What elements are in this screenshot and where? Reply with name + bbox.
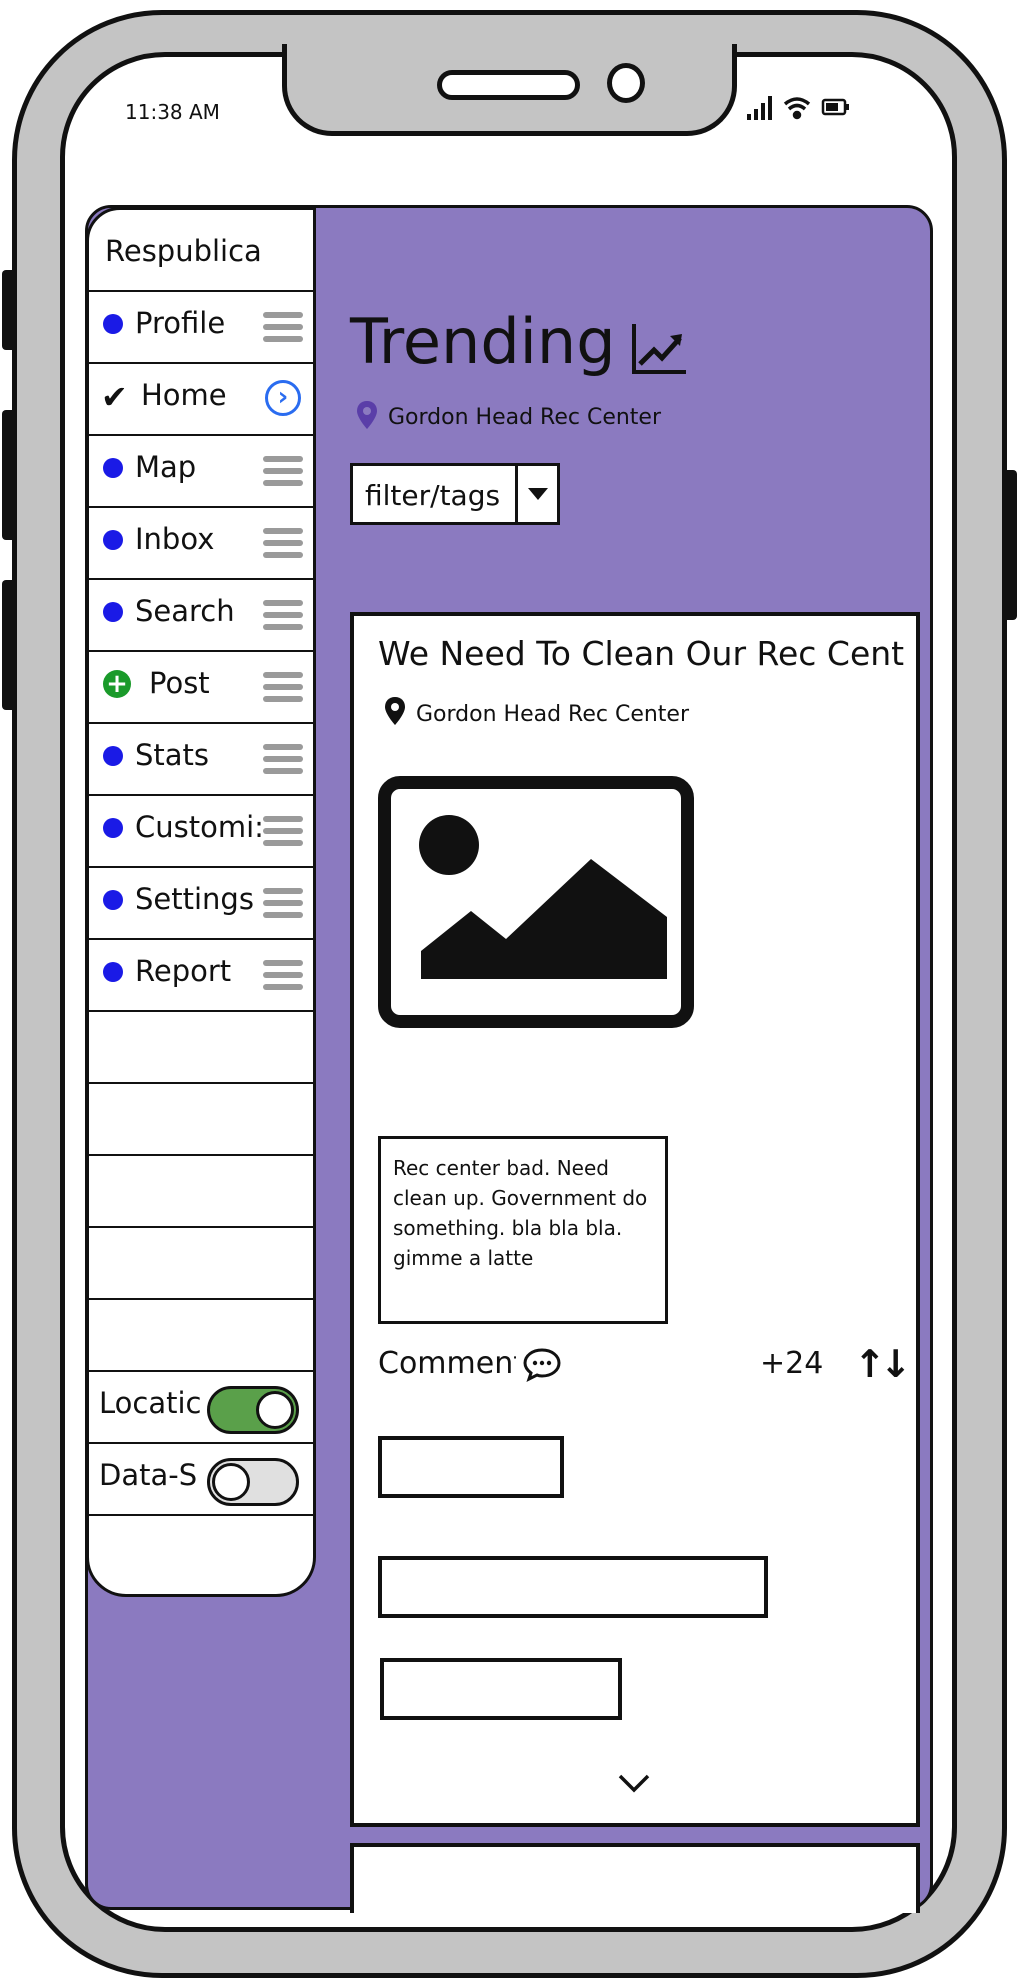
sidebar-item-customize[interactable]: Customi:: [89, 796, 313, 868]
status-icons: [745, 92, 855, 129]
drag-handle-icon[interactable]: [263, 738, 303, 782]
drag-handle-icon[interactable]: [263, 450, 303, 494]
sidebar-item-report[interactable]: Report: [89, 940, 313, 1012]
bullet-icon: [103, 746, 123, 766]
bullet-icon: [103, 602, 123, 622]
filter-tags-dropdown[interactable]: filter/tags: [350, 463, 560, 525]
sidebar-item-label: Map: [135, 450, 197, 484]
drag-handle-icon[interactable]: [263, 882, 303, 926]
sidebar-item-settings[interactable]: Settings: [89, 868, 313, 940]
drag-handle-icon[interactable]: [263, 306, 303, 350]
sidebar-item-label: Search: [135, 594, 235, 628]
checkmark-icon: ✔: [101, 378, 128, 416]
chevron-down-icon[interactable]: [614, 1768, 654, 1796]
sidebar-item-profile[interactable]: Profile: [89, 292, 313, 364]
drag-handle-icon[interactable]: [263, 954, 303, 998]
sidebar-item-label: Stats: [135, 738, 210, 772]
sidebar-item-label: Report: [135, 954, 232, 988]
post-image[interactable]: [378, 776, 694, 1028]
location-pin-icon: [385, 697, 405, 725]
sidebar-nav: Respublica Profile ✔ Home › Map Inbox Se…: [86, 207, 316, 1597]
location-label: Gordon Head Rec Center: [388, 405, 662, 430]
sidebar-empty-row: [89, 1156, 313, 1228]
sidebar-empty-row: [89, 1300, 313, 1372]
sidebar-item-label: Inbox: [135, 522, 215, 556]
sidebar-empty-row: [89, 1012, 313, 1084]
post-body: Rec center bad. Need clean up. Governmen…: [378, 1136, 668, 1324]
post-title[interactable]: We Need To Clean Our Rec Cent: [378, 634, 904, 673]
bullet-icon: [103, 458, 123, 478]
bullet-icon: [103, 962, 123, 982]
wifi-icon: [783, 97, 811, 120]
comments-label[interactable]: Comments: [378, 1346, 516, 1381]
comment-item[interactable]: [378, 1436, 564, 1498]
chevron-right-circle-icon[interactable]: ›: [265, 380, 301, 416]
front-camera: [607, 63, 645, 103]
post-card[interactable]: We Need To Clean Our Rec Cent Gordon Hea…: [350, 612, 920, 1827]
location-toggle-row: Locatic: [89, 1372, 313, 1444]
comment-item[interactable]: [380, 1658, 622, 1720]
drag-handle-icon[interactable]: [263, 810, 303, 854]
sidebar-item-label: Home: [141, 378, 227, 412]
sidebar-empty-row: [89, 1228, 313, 1300]
page-title: Trending: [350, 305, 616, 378]
trending-chart-icon: [632, 324, 686, 374]
drag-handle-icon[interactable]: [263, 522, 303, 566]
caret-down-icon[interactable]: [515, 466, 557, 522]
toggle-label: Data-S: [99, 1458, 198, 1492]
app-brand: Respublica: [89, 210, 313, 292]
bullet-icon: [103, 530, 123, 550]
sidebar-item-home[interactable]: ✔ Home ›: [89, 364, 313, 436]
sidebar-item-label: Settings: [135, 882, 254, 916]
data-saver-toggle-row: Data-S: [89, 1444, 313, 1516]
sidebar-item-search[interactable]: Search: [89, 580, 313, 652]
comment-bubble-icon[interactable]: [522, 1346, 562, 1382]
sidebar-item-map[interactable]: Map: [89, 436, 313, 508]
filter-label: filter/tags: [365, 479, 501, 512]
sidebar-item-inbox[interactable]: Inbox: [89, 508, 313, 580]
location-pin-icon: [357, 401, 377, 429]
upvote-downvote-icon[interactable]: ↑↓: [854, 1342, 912, 1386]
battery-icon: [821, 98, 849, 116]
sidebar-item-label: Profile: [135, 306, 226, 340]
bullet-icon: [103, 818, 123, 838]
bullet-icon: [103, 314, 123, 334]
post-location: Gordon Head Rec Center: [416, 702, 690, 727]
vote-count: +24: [760, 1346, 824, 1381]
sidebar-item-label: Customi:: [135, 810, 264, 844]
toggle-label: Locatic: [99, 1386, 202, 1420]
signal-icon: [747, 96, 772, 120]
sidebar-item-post[interactable]: + Post: [89, 652, 313, 724]
sidebar-item-label: Post: [149, 666, 210, 700]
sidebar-item-stats[interactable]: Stats: [89, 724, 313, 796]
data-saver-toggle[interactable]: [207, 1458, 299, 1506]
drag-handle-icon[interactable]: [263, 666, 303, 710]
status-time: 11:38 AM: [125, 100, 220, 124]
image-placeholder-icon: [419, 815, 667, 979]
next-post-card[interactable]: [350, 1843, 920, 1913]
sidebar-empty-row: [89, 1084, 313, 1156]
bullet-icon: [103, 890, 123, 910]
location-toggle[interactable]: [207, 1386, 299, 1434]
comment-item[interactable]: [378, 1556, 768, 1618]
speaker-grille: [437, 70, 580, 100]
drag-handle-icon[interactable]: [263, 594, 303, 638]
add-circle-icon: +: [103, 670, 131, 698]
